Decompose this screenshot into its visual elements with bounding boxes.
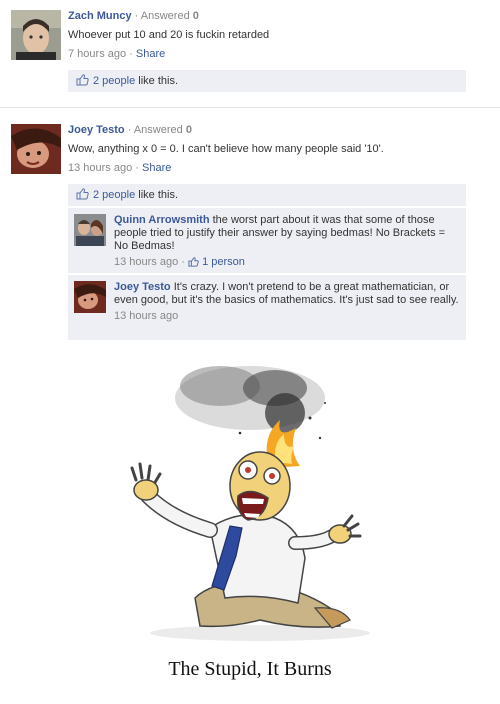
avatar[interactable] xyxy=(11,10,61,60)
avatar[interactable] xyxy=(11,124,61,174)
thumbs-up-icon xyxy=(188,257,199,271)
answered-label: Answered xyxy=(140,10,190,22)
comment-meta: 13 hours ago xyxy=(114,310,460,323)
post-meta: 7 hours ago · Share xyxy=(68,48,166,60)
post-divider xyxy=(0,107,500,108)
author-name[interactable]: Joey Testo xyxy=(68,124,125,136)
share-link[interactable]: Share xyxy=(136,48,165,60)
like-bar: 2 people like this. xyxy=(68,70,466,92)
thumbs-up-icon xyxy=(76,186,89,208)
comment-likes-link[interactable]: 1 person xyxy=(202,256,245,268)
comment-author[interactable]: Joey Testo xyxy=(114,281,171,293)
thumbs-up-icon xyxy=(76,72,89,94)
comment-timestamp[interactable]: 13 hours ago xyxy=(114,310,178,322)
likes-count-link[interactable]: 2 people xyxy=(93,75,135,87)
timestamp[interactable]: 13 hours ago xyxy=(68,162,132,174)
post-header: Zach Muncy · Answered 0 xyxy=(68,10,199,22)
author-name[interactable]: Zach Muncy xyxy=(68,10,132,22)
comment-meta: 13 hours ago · 1 person xyxy=(114,256,460,271)
image-caption: The Stupid, It Burns xyxy=(168,658,332,680)
answered-count: 0 xyxy=(185,124,192,136)
comment-item: Joey Testo It's crazy. I won't pretend t… xyxy=(68,274,466,340)
timestamp[interactable]: 7 hours ago xyxy=(68,48,126,60)
comment-item: Quinn Arrowsmith the worst part about it… xyxy=(68,207,466,273)
likes-suffix: like this. xyxy=(138,189,179,201)
avatar[interactable] xyxy=(74,214,106,246)
avatar[interactable] xyxy=(74,281,106,313)
answered-label: Answered xyxy=(133,124,183,136)
likes-count-link[interactable]: 2 people xyxy=(93,189,135,201)
answered-count: 0 xyxy=(192,10,199,22)
post-text: Whoever put 10 and 20 is fuckin retarded xyxy=(68,29,270,41)
burning-head-illustration xyxy=(100,358,400,658)
comment-timestamp[interactable]: 13 hours ago xyxy=(114,256,178,268)
likes-suffix: like this. xyxy=(138,75,179,87)
comment-author[interactable]: Quinn Arrowsmith xyxy=(114,214,210,226)
post-meta: 13 hours ago · Share xyxy=(68,162,172,174)
share-link[interactable]: Share xyxy=(142,162,171,174)
post-text: Wow, anything x 0 = 0. I can't believe h… xyxy=(68,143,384,155)
post-header: Joey Testo · Answered 0 xyxy=(68,124,192,136)
like-bar: 2 people like this. xyxy=(68,184,466,206)
